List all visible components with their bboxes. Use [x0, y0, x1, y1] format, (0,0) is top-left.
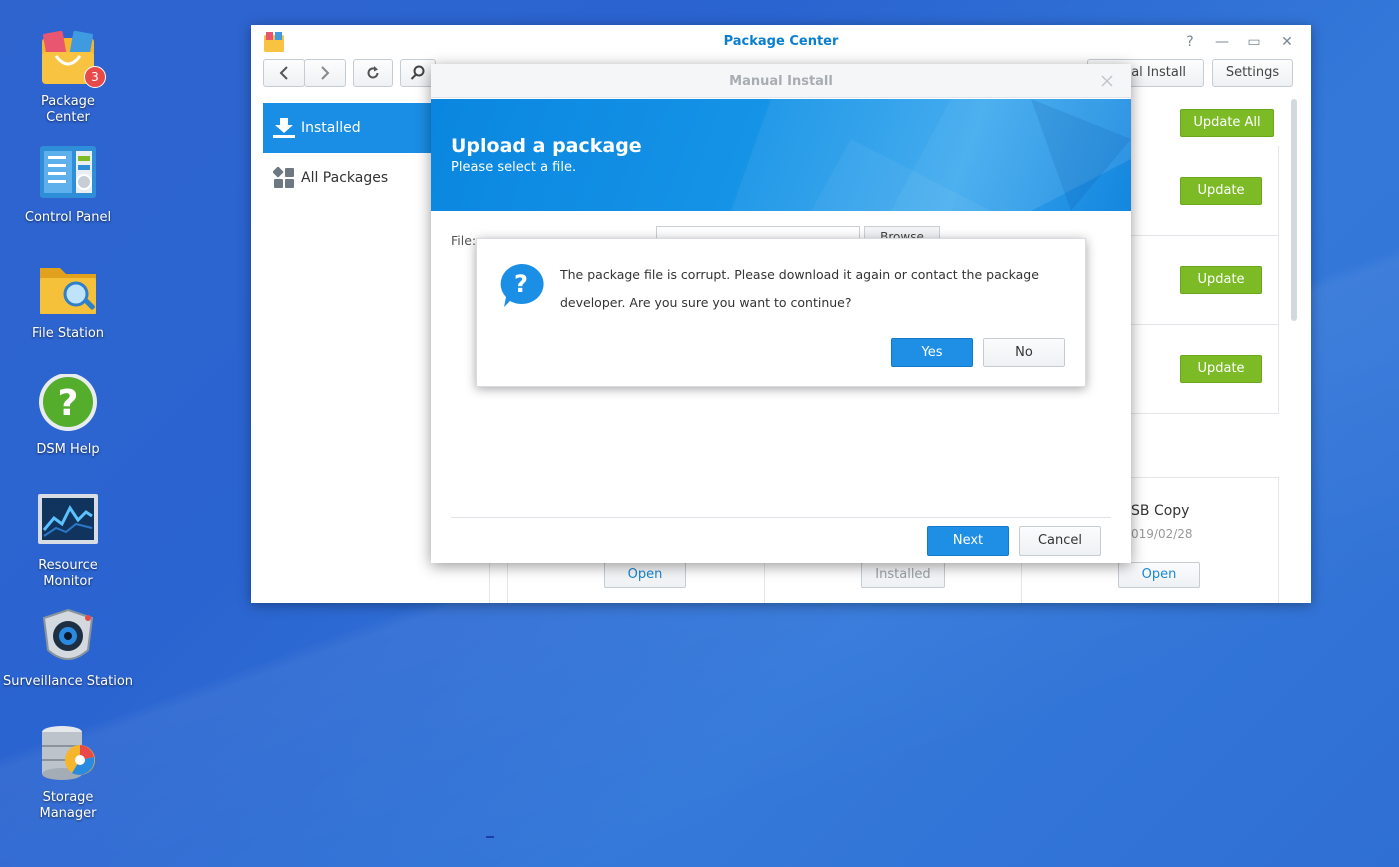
- window-titlebar[interactable]: Package Center ? — ▭ ✕: [251, 25, 1311, 57]
- taskbar-marker: [486, 836, 494, 838]
- chevron-right-icon: [321, 66, 330, 80]
- refresh-button[interactable]: [353, 59, 393, 87]
- dialog-banner: Upload a package Please select a file.: [431, 99, 1131, 211]
- update-all-button[interactable]: Update All: [1180, 109, 1274, 137]
- window-title: Package Center: [723, 34, 839, 49]
- refresh-icon: [367, 66, 379, 79]
- desktop-icon-surveillance-station[interactable]: Surveillance Station: [0, 606, 136, 690]
- sidebar-item-label: All Packages: [301, 170, 389, 186]
- grid-icon: [273, 167, 294, 188]
- open-button[interactable]: Open: [1118, 562, 1200, 588]
- next-button[interactable]: Next: [927, 526, 1009, 556]
- download-icon: [273, 118, 295, 138]
- desktop-icon-label: Storage Manager: [39, 790, 97, 821]
- open-button[interactable]: Open: [604, 562, 686, 588]
- cancel-button[interactable]: Cancel: [1019, 526, 1101, 556]
- sidebar-item-label: Installed: [301, 120, 361, 136]
- card-border: [764, 563, 765, 603]
- desktop-icon-storage-manager[interactable]: Storage Manager: [0, 722, 136, 822]
- sidebar-item-installed[interactable]: Installed: [263, 103, 433, 153]
- file-label: File:: [451, 233, 477, 248]
- settings-button[interactable]: Settings: [1212, 59, 1293, 87]
- close-icon[interactable]: [1100, 73, 1114, 87]
- browse-label: Browse: [880, 230, 924, 238]
- desktop-icon-control-panel[interactable]: Control Panel: [0, 142, 136, 226]
- chevron-left-icon: [279, 66, 288, 80]
- dialog-title: Manual Install: [729, 74, 833, 89]
- desktop-icon-dsm-help[interactable]: ? DSM Help: [0, 373, 136, 458]
- update-button[interactable]: Update: [1180, 266, 1262, 294]
- scrollbar[interactable]: [1291, 99, 1297, 321]
- help-icon[interactable]: ?: [1181, 33, 1199, 51]
- svg-text:?: ?: [514, 270, 528, 298]
- desktop-icon-label: Control Panel: [24, 210, 112, 225]
- desktop-icon-package-center[interactable]: 3 Package Center: [0, 26, 136, 126]
- desktop-icon-file-station[interactable]: File Station: [0, 258, 136, 342]
- browse-button[interactable]: Browse: [864, 226, 940, 238]
- update-button[interactable]: Update: [1180, 177, 1262, 205]
- package-name: SB Copy: [1131, 503, 1190, 519]
- surveillance-station-icon: [36, 606, 100, 670]
- question-icon: ?: [496, 262, 546, 308]
- card-divider: [1131, 235, 1279, 236]
- back-button[interactable]: [263, 59, 305, 87]
- package-center-icon: 3: [36, 26, 106, 90]
- sidebar-item-all-packages[interactable]: All Packages: [263, 163, 433, 193]
- dsm-help-icon: ?: [36, 373, 100, 438]
- notification-badge: 3: [84, 66, 106, 88]
- forward-button[interactable]: [304, 59, 346, 87]
- no-button[interactable]: No: [983, 338, 1065, 367]
- desktop-icon-resource-monitor[interactable]: Resource Monitor: [0, 490, 136, 590]
- resource-monitor-icon: [36, 490, 100, 554]
- card-divider: [1131, 413, 1279, 414]
- minimize-icon[interactable]: —: [1213, 33, 1231, 51]
- banner-title: Upload a package: [451, 135, 642, 157]
- banner-subtitle: Please select a file.: [451, 160, 577, 175]
- yes-button[interactable]: Yes: [891, 338, 973, 367]
- desktop-icon-label: Resource Monitor: [38, 558, 98, 589]
- footer-divider: [451, 517, 1111, 518]
- desktop-icon-label: DSM Help: [36, 442, 100, 457]
- package-date: 019/02/28: [1131, 527, 1193, 541]
- desktop-icon-label: Surveillance Station: [2, 674, 134, 689]
- update-button[interactable]: Update: [1180, 355, 1262, 383]
- close-icon[interactable]: ✕: [1278, 33, 1296, 51]
- desktop-icon-label: Package Center: [41, 94, 95, 125]
- installed-button: Installed: [861, 562, 945, 588]
- confirm-dialog: ? The package file is corrupt. Please do…: [476, 238, 1086, 387]
- card-border: [1278, 477, 1279, 603]
- dialog-titlebar[interactable]: Manual Install: [431, 64, 1131, 98]
- svg-text:?: ?: [58, 383, 79, 424]
- maximize-icon[interactable]: ▭: [1245, 33, 1263, 51]
- file-station-icon: [36, 258, 100, 322]
- confirm-message: The package file is corrupt. Please down…: [560, 267, 1039, 310]
- card-border: [1278, 146, 1279, 414]
- search-icon: [410, 65, 425, 80]
- card-divider: [1131, 324, 1279, 325]
- desktop-icon-label: File Station: [31, 326, 105, 341]
- storage-manager-icon: [36, 722, 100, 786]
- card-border: [1021, 563, 1022, 603]
- control-panel-icon: [36, 142, 100, 206]
